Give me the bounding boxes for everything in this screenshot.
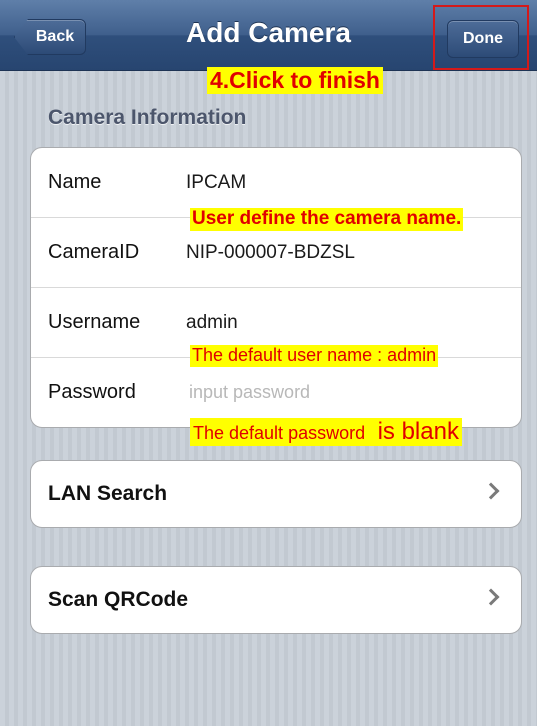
name-label: Name — [48, 171, 102, 193]
annotation-camera-name: User define the camera name. — [190, 208, 464, 231]
camera-id-label: CameraID — [48, 241, 140, 263]
navigation-bar: Back Add Camera Done — [0, 0, 537, 71]
section-header-camera-information: Camera Information — [48, 106, 247, 129]
chevron-right-icon — [482, 588, 500, 606]
name-field[interactable]: IPCAM — [186, 172, 246, 194]
annotation-default-password: The default password is blank — [190, 418, 462, 447]
scan-qrcode-row[interactable]: Scan QRCode — [31, 567, 521, 633]
done-button[interactable]: Done — [447, 20, 519, 58]
password-label: Password — [48, 381, 136, 403]
annotation-default-username: The default user name : admin — [190, 345, 439, 367]
camera-id-field[interactable]: NIP-000007-BDZSL — [186, 242, 355, 264]
scan-qrcode-label: Scan QRCode — [48, 588, 189, 611]
camera-info-group: Name IPCAM CameraID NIP-000007-BDZSL Use… — [30, 147, 522, 428]
scan-qrcode-group: Scan QRCode — [30, 566, 522, 634]
annotation-password-blank: is blank — [377, 418, 459, 445]
annotation-password-text: The default password — [193, 423, 366, 443]
username-label: Username — [48, 311, 141, 333]
annotation-finish: 4.Click to finish — [207, 67, 383, 95]
chevron-right-icon — [482, 482, 500, 500]
lan-search-group: LAN Search — [30, 460, 522, 528]
lan-search-label: LAN Search — [48, 482, 168, 505]
lan-search-row[interactable]: LAN Search — [31, 461, 521, 527]
password-row[interactable]: Password input password — [31, 358, 521, 427]
username-field[interactable]: admin — [186, 312, 238, 334]
password-field[interactable]: input password — [189, 382, 310, 403]
